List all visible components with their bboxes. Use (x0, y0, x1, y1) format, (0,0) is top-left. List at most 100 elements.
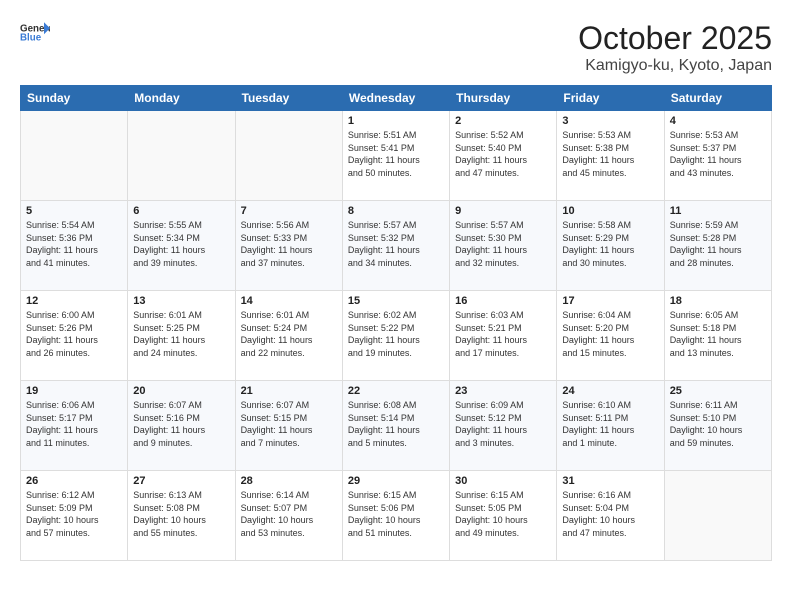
day-number: 9 (455, 205, 551, 217)
calendar-empty-cell (128, 111, 235, 201)
calendar-day-19: 19Sunrise: 6:06 AM Sunset: 5:17 PM Dayli… (21, 381, 128, 471)
calendar-day-23: 23 Sunrise: 6:09 AM Sunset: 5:12 PM Dayli… (450, 381, 557, 471)
calendar-day-28: 28 Sunrise: 6:14 AM Sunset: 5:07 PM Dayli… (235, 471, 342, 561)
day-number: 1 (348, 115, 444, 127)
day-info: Sunrise: 6:15 AM Sunset: 5:06 PM Dayligh… (348, 489, 444, 539)
day-number: 21 (241, 385, 337, 397)
weekday-header-tuesday: Tuesday (235, 86, 342, 111)
day-number: 24 (562, 385, 658, 397)
calendar-day-9: 9Sunrise: 5:57 AM Sunset: 5:30 PM Daylig… (450, 201, 557, 291)
day-number: 10 (562, 205, 658, 217)
weekday-header-saturday: Saturday (664, 86, 771, 111)
svg-text:Blue: Blue (20, 32, 42, 43)
weekday-header-sunday: Sunday (21, 86, 128, 111)
calendar-day-17: 17Sunrise: 6:04 AM Sunset: 5:20 PM Dayli… (557, 291, 664, 381)
day-info: Sunrise: 5:52 AM Sunset: 5:40 PM Dayligh… (455, 129, 551, 179)
calendar-day-11: 11 Sunrise: 5:59 AM Sunset: 5:28 PM Dayli… (664, 201, 771, 291)
day-number: 2 (455, 115, 551, 127)
day-info: Sunrise: 6:11 AM Sunset: 5:10 PM Dayligh… (670, 399, 766, 449)
calendar-empty-cell (235, 111, 342, 201)
weekday-header-friday: Friday (557, 86, 664, 111)
day-info: Sunrise: 5:53 AM Sunset: 5:38 PM Dayligh… (562, 129, 658, 179)
day-info: Sunrise: 5:51 AM Sunset: 5:41 PM Dayligh… (348, 129, 444, 179)
calendar-day-12: 12 Sunrise: 6:00 AM Sunset: 5:26 PM Dayli… (21, 291, 128, 381)
page-header: General Blue October 2025 Kamigyo-ku, Ky… (20, 20, 772, 75)
day-number: 16 (455, 295, 551, 307)
day-info: Sunrise: 6:08 AM Sunset: 5:14 PM Dayligh… (348, 399, 444, 449)
calendar-day-15: 15 Sunrise: 6:02 AM Sunset: 5:22 PM Dayli… (342, 291, 449, 381)
weekday-header-wednesday: Wednesday (342, 86, 449, 111)
calendar-day-1: 1 Sunrise: 5:51 AM Sunset: 5:41 PM Daylig… (342, 111, 449, 201)
calendar-day-3: 3 Sunrise: 5:53 AM Sunset: 5:38 PM Daylig… (557, 111, 664, 201)
day-info: Sunrise: 6:05 AM Sunset: 5:18 PM Dayligh… (670, 309, 766, 359)
day-number: 7 (241, 205, 337, 217)
calendar-day-25: 25 Sunrise: 6:11 AM Sunset: 5:10 PM Dayli… (664, 381, 771, 471)
day-info: Sunrise: 6:02 AM Sunset: 5:22 PM Dayligh… (348, 309, 444, 359)
day-number: 20 (133, 385, 229, 397)
day-info: Sunrise: 5:56 AM Sunset: 5:33 PM Dayligh… (241, 219, 337, 269)
calendar-day-10: 10Sunrise: 5:58 AM Sunset: 5:29 PM Dayli… (557, 201, 664, 291)
day-number: 14 (241, 295, 337, 307)
calendar-week-row: 12 Sunrise: 6:00 AM Sunset: 5:26 PM Dayli… (21, 291, 772, 381)
calendar-day-21: 21 Sunrise: 6:07 AM Sunset: 5:15 PM Dayli… (235, 381, 342, 471)
day-info: Sunrise: 6:07 AM Sunset: 5:15 PM Dayligh… (241, 399, 337, 449)
day-number: 29 (348, 475, 444, 487)
day-info: Sunrise: 6:10 AM Sunset: 5:11 PM Dayligh… (562, 399, 658, 449)
day-number: 31 (562, 475, 658, 487)
calendar-day-29: 29 Sunrise: 6:15 AM Sunset: 5:06 PM Dayli… (342, 471, 449, 561)
day-info: Sunrise: 6:07 AM Sunset: 5:16 PM Dayligh… (133, 399, 229, 449)
day-info: Sunrise: 6:16 AM Sunset: 5:04 PM Dayligh… (562, 489, 658, 539)
day-number: 23 (455, 385, 551, 397)
logo-icon: General Blue (20, 20, 50, 44)
day-info: Sunrise: 6:00 AM Sunset: 5:26 PM Dayligh… (26, 309, 122, 359)
day-info: Sunrise: 6:13 AM Sunset: 5:08 PM Dayligh… (133, 489, 229, 539)
calendar-day-30: 30 Sunrise: 6:15 AM Sunset: 5:05 PM Dayli… (450, 471, 557, 561)
calendar-week-row: 1 Sunrise: 5:51 AM Sunset: 5:41 PM Daylig… (21, 111, 772, 201)
calendar-day-13: 13 Sunrise: 6:01 AM Sunset: 5:25 PM Dayli… (128, 291, 235, 381)
calendar-day-8: 8Sunrise: 5:57 AM Sunset: 5:32 PM Daylig… (342, 201, 449, 291)
calendar-day-31: 31 Sunrise: 6:16 AM Sunset: 5:04 PM Dayli… (557, 471, 664, 561)
day-info: Sunrise: 6:09 AM Sunset: 5:12 PM Dayligh… (455, 399, 551, 449)
day-info: Sunrise: 6:14 AM Sunset: 5:07 PM Dayligh… (241, 489, 337, 539)
day-number: 25 (670, 385, 766, 397)
calendar-day-14: 14 Sunrise: 6:01 AM Sunset: 5:24 PM Dayli… (235, 291, 342, 381)
day-number: 15 (348, 295, 444, 307)
day-info: Sunrise: 5:53 AM Sunset: 5:37 PM Dayligh… (670, 129, 766, 179)
calendar-day-24: 24 Sunrise: 6:10 AM Sunset: 5:11 PM Dayli… (557, 381, 664, 471)
calendar-day-26: 26Sunrise: 6:12 AM Sunset: 5:09 PM Dayli… (21, 471, 128, 561)
weekday-header-row: SundayMondayTuesdayWednesdayThursdayFrid… (21, 86, 772, 111)
day-number: 22 (348, 385, 444, 397)
calendar-day-7: 7 Sunrise: 5:56 AM Sunset: 5:33 PM Daylig… (235, 201, 342, 291)
day-info: Sunrise: 5:54 AM Sunset: 5:36 PM Dayligh… (26, 219, 122, 269)
calendar-day-16: 16Sunrise: 6:03 AM Sunset: 5:21 PM Dayli… (450, 291, 557, 381)
calendar-empty-cell (21, 111, 128, 201)
day-number: 11 (670, 205, 766, 217)
day-info: Sunrise: 5:59 AM Sunset: 5:28 PM Dayligh… (670, 219, 766, 269)
calendar-day-2: 2 Sunrise: 5:52 AM Sunset: 5:40 PM Daylig… (450, 111, 557, 201)
day-number: 17 (562, 295, 658, 307)
calendar-day-6: 6Sunrise: 5:55 AM Sunset: 5:34 PM Daylig… (128, 201, 235, 291)
day-info: Sunrise: 5:57 AM Sunset: 5:32 PM Dayligh… (348, 219, 444, 269)
day-info: Sunrise: 6:01 AM Sunset: 5:25 PM Dayligh… (133, 309, 229, 359)
day-number: 28 (241, 475, 337, 487)
calendar-day-20: 20 Sunrise: 6:07 AM Sunset: 5:16 PM Dayli… (128, 381, 235, 471)
logo: General Blue (20, 20, 50, 44)
day-info: Sunrise: 6:15 AM Sunset: 5:05 PM Dayligh… (455, 489, 551, 539)
calendar-day-22: 22 Sunrise: 6:08 AM Sunset: 5:14 PM Dayli… (342, 381, 449, 471)
day-number: 30 (455, 475, 551, 487)
day-number: 27 (133, 475, 229, 487)
day-info: Sunrise: 6:12 AM Sunset: 5:09 PM Dayligh… (26, 489, 122, 539)
day-number: 3 (562, 115, 658, 127)
location-title: Kamigyo-ku, Kyoto, Japan (578, 57, 772, 75)
day-info: Sunrise: 6:01 AM Sunset: 5:24 PM Dayligh… (241, 309, 337, 359)
calendar-week-row: 19Sunrise: 6:06 AM Sunset: 5:17 PM Dayli… (21, 381, 772, 471)
day-number: 4 (670, 115, 766, 127)
calendar-table: SundayMondayTuesdayWednesdayThursdayFrid… (20, 85, 772, 561)
calendar-week-row: 5Sunrise: 5:54 AM Sunset: 5:36 PM Daylig… (21, 201, 772, 291)
day-number: 12 (26, 295, 122, 307)
weekday-header-monday: Monday (128, 86, 235, 111)
month-title: October 2025 (578, 20, 772, 57)
calendar-day-18: 18Sunrise: 6:05 AM Sunset: 5:18 PM Dayli… (664, 291, 771, 381)
day-number: 13 (133, 295, 229, 307)
title-block: October 2025 Kamigyo-ku, Kyoto, Japan (578, 20, 772, 75)
